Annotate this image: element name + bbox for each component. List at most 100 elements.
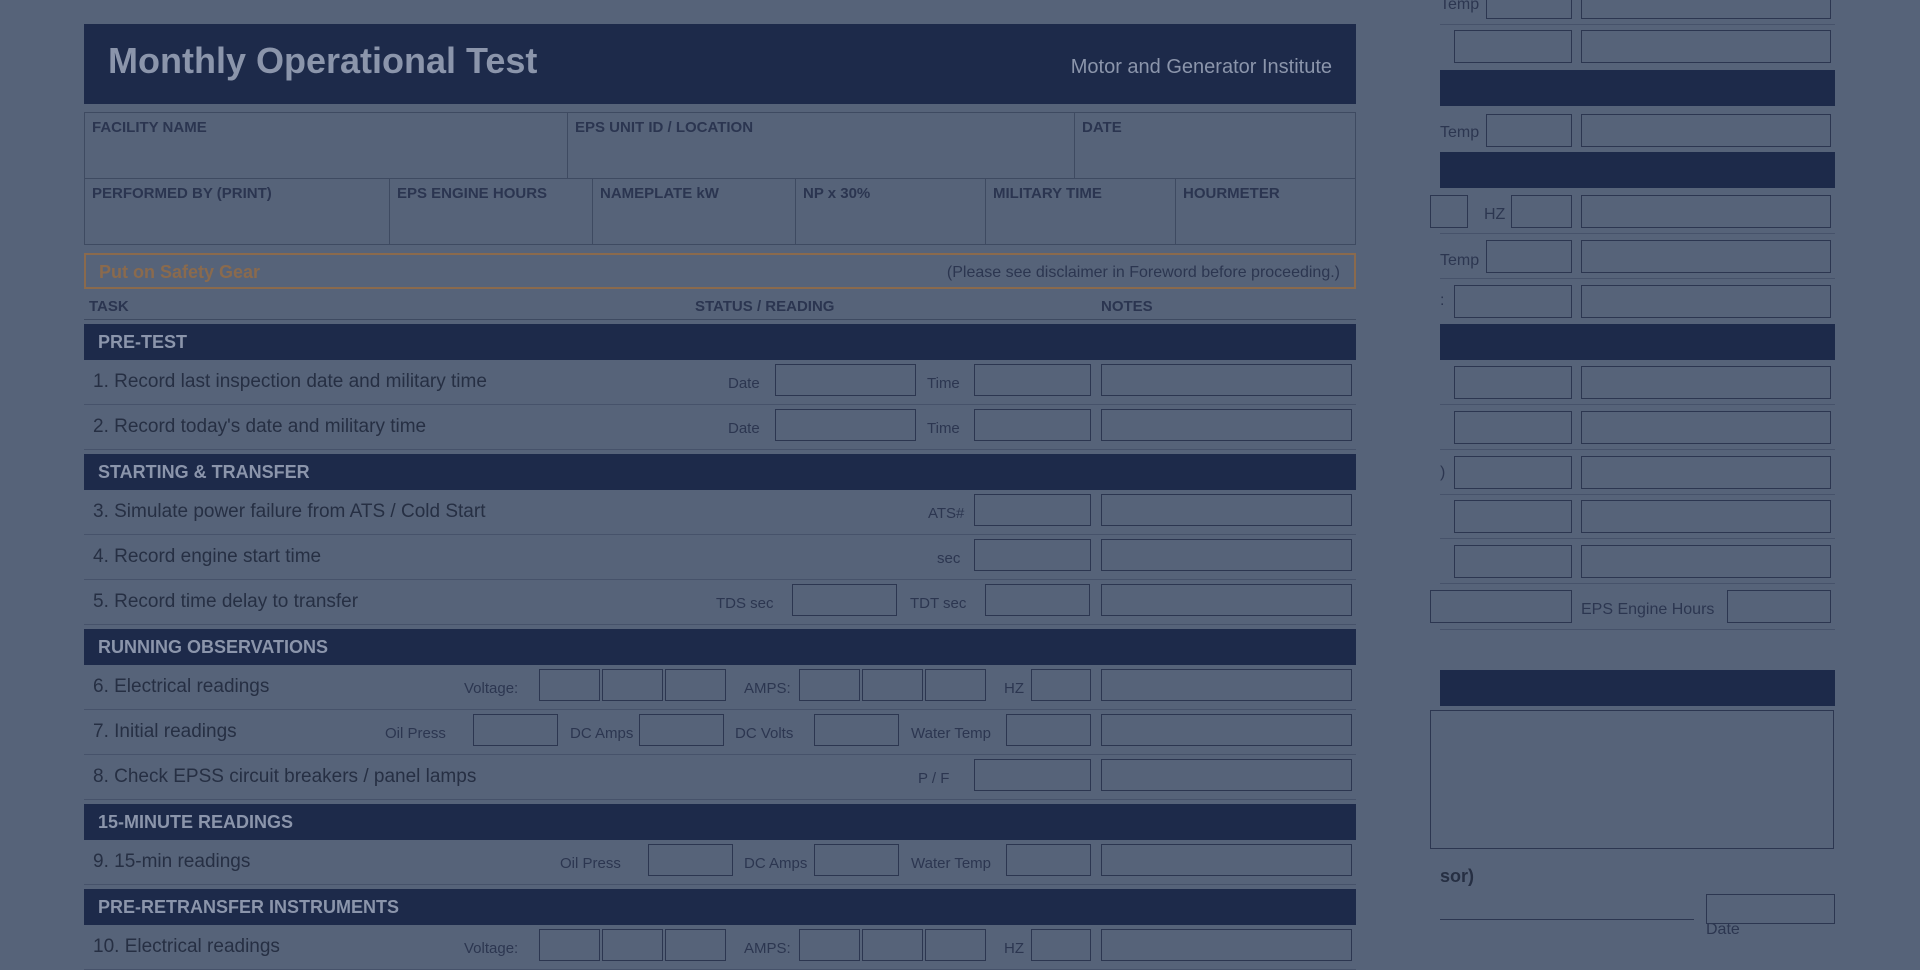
notes-input-9[interactable] bbox=[1101, 844, 1352, 876]
right-notes-input[interactable] bbox=[1581, 285, 1831, 318]
oil-press-input-15[interactable] bbox=[648, 844, 733, 876]
task-row-2: 2. Record today's date and military time… bbox=[84, 405, 1356, 450]
amps-input-10-3[interactable] bbox=[925, 929, 986, 961]
notes-input-1[interactable] bbox=[1101, 364, 1352, 396]
safety-label: Put on Safety Gear bbox=[99, 262, 261, 282]
notes-input-3[interactable] bbox=[1101, 494, 1352, 526]
tds-input[interactable] bbox=[792, 584, 897, 616]
amps-input-2[interactable] bbox=[862, 669, 923, 701]
hz-label: HZ bbox=[1004, 680, 1024, 697]
amps-input-10-1[interactable] bbox=[799, 929, 860, 961]
eps-engine-hours-label: EPS Engine Hours bbox=[1581, 601, 1715, 618]
dc-amps-label: DC Amps bbox=[570, 725, 634, 742]
right-input[interactable] bbox=[1454, 285, 1572, 318]
amps-input-1[interactable] bbox=[799, 669, 860, 701]
start-time-input[interactable] bbox=[974, 539, 1091, 571]
signature-date-input[interactable] bbox=[1706, 894, 1835, 924]
last-inspection-time-input[interactable] bbox=[974, 364, 1091, 396]
section-bar bbox=[1440, 324, 1835, 360]
hz-input[interactable] bbox=[1031, 669, 1091, 701]
right-notes-input[interactable] bbox=[1581, 240, 1831, 273]
voltage-input-10-1[interactable] bbox=[539, 929, 600, 961]
notes-input-2[interactable] bbox=[1101, 409, 1352, 441]
dc-volts-label: DC Volts bbox=[735, 725, 794, 742]
right-input[interactable] bbox=[1486, 240, 1572, 273]
military-time-input[interactable] bbox=[990, 210, 1171, 240]
task-2-label: 2. Record today's date and military time bbox=[93, 416, 427, 437]
notes-input-4[interactable] bbox=[1101, 539, 1352, 571]
water-temp-input-15[interactable] bbox=[1006, 844, 1091, 876]
hourmeter-input[interactable] bbox=[1180, 210, 1351, 240]
voltage-label: Voltage: bbox=[464, 940, 519, 957]
date-input[interactable] bbox=[1079, 144, 1351, 174]
amps-input-3[interactable] bbox=[925, 669, 986, 701]
right-input[interactable] bbox=[1454, 456, 1572, 489]
row-divider bbox=[1440, 494, 1835, 495]
right-notes-input[interactable] bbox=[1581, 411, 1831, 444]
water-temp-input[interactable] bbox=[1006, 714, 1091, 746]
voltage-input-3[interactable] bbox=[665, 669, 726, 701]
right-notes-input[interactable] bbox=[1581, 0, 1831, 19]
right-notes-input[interactable] bbox=[1581, 195, 1831, 228]
right-notes-input[interactable] bbox=[1581, 366, 1831, 399]
last-inspection-date-input[interactable] bbox=[775, 364, 916, 396]
right-input[interactable] bbox=[1454, 366, 1572, 399]
task-row-5: 5. Record time delay to transfer TDS sec… bbox=[84, 580, 1356, 625]
right-input[interactable] bbox=[1430, 590, 1572, 623]
dc-amps-input-15[interactable] bbox=[814, 844, 899, 876]
nameplate-label: NAMEPLATE kW bbox=[600, 185, 719, 202]
voltage-input-2[interactable] bbox=[602, 669, 663, 701]
today-time-input[interactable] bbox=[974, 409, 1091, 441]
right-notes-input[interactable] bbox=[1581, 500, 1831, 533]
task-9-label: 9. 15-min readings bbox=[93, 851, 251, 872]
engine-hours-cell: EPS ENGINE HOURS bbox=[390, 179, 593, 244]
right-input[interactable] bbox=[1486, 114, 1572, 147]
right-input[interactable] bbox=[1486, 0, 1572, 19]
voltage-input-10-3[interactable] bbox=[665, 929, 726, 961]
signature-line[interactable] bbox=[1440, 919, 1694, 920]
hz-input-10[interactable] bbox=[1031, 929, 1091, 961]
amps-input-10-2[interactable] bbox=[862, 929, 923, 961]
signature-label: sor) bbox=[1440, 866, 1475, 886]
engine-hours-input[interactable] bbox=[394, 210, 588, 240]
tdt-input[interactable] bbox=[985, 584, 1090, 616]
voltage-input-10-2[interactable] bbox=[602, 929, 663, 961]
right-notes-input[interactable] bbox=[1581, 545, 1831, 578]
comments-area[interactable] bbox=[1430, 710, 1834, 849]
notes-input-10[interactable] bbox=[1101, 929, 1352, 961]
dc-amps-label: DC Amps bbox=[744, 855, 808, 872]
right-input[interactable] bbox=[1454, 545, 1572, 578]
unit-input[interactable] bbox=[572, 144, 1070, 174]
military-time-label: MILITARY TIME bbox=[993, 185, 1102, 202]
dc-amps-input[interactable] bbox=[639, 714, 724, 746]
section-fifteen: 15-MINUTE READINGS bbox=[84, 804, 1356, 840]
notes-input-7[interactable] bbox=[1101, 714, 1352, 746]
today-date-input[interactable] bbox=[775, 409, 916, 441]
nameplate-input[interactable] bbox=[597, 210, 791, 240]
date-cell: DATE bbox=[1075, 113, 1355, 178]
right-input[interactable] bbox=[1430, 195, 1468, 228]
dc-volts-input[interactable] bbox=[814, 714, 899, 746]
pf-input[interactable] bbox=[974, 759, 1091, 791]
oil-press-input[interactable] bbox=[473, 714, 558, 746]
np30-input[interactable] bbox=[800, 210, 981, 240]
right-input[interactable] bbox=[1454, 500, 1572, 533]
notes-input-8[interactable] bbox=[1101, 759, 1352, 791]
facility-input[interactable] bbox=[89, 144, 563, 174]
notes-input-6[interactable] bbox=[1101, 669, 1352, 701]
right-notes-input[interactable] bbox=[1581, 30, 1831, 63]
right-hz-input[interactable] bbox=[1511, 195, 1572, 228]
right-input[interactable] bbox=[1454, 30, 1572, 63]
notes-input-5[interactable] bbox=[1101, 584, 1352, 616]
temp-label: Temp bbox=[1440, 124, 1480, 141]
right-notes-input[interactable] bbox=[1581, 114, 1831, 147]
right-input[interactable] bbox=[1454, 411, 1572, 444]
right-notes-input[interactable] bbox=[1581, 456, 1831, 489]
section-bar bbox=[1440, 152, 1835, 188]
ats-input[interactable] bbox=[974, 494, 1091, 526]
task-3-label: 3. Simulate power failure from ATS / Col… bbox=[93, 501, 486, 522]
performed-by-input[interactable] bbox=[89, 210, 385, 240]
eps-engine-hours-input[interactable] bbox=[1727, 590, 1831, 623]
sec-label: sec bbox=[937, 550, 961, 567]
voltage-input-1[interactable] bbox=[539, 669, 600, 701]
